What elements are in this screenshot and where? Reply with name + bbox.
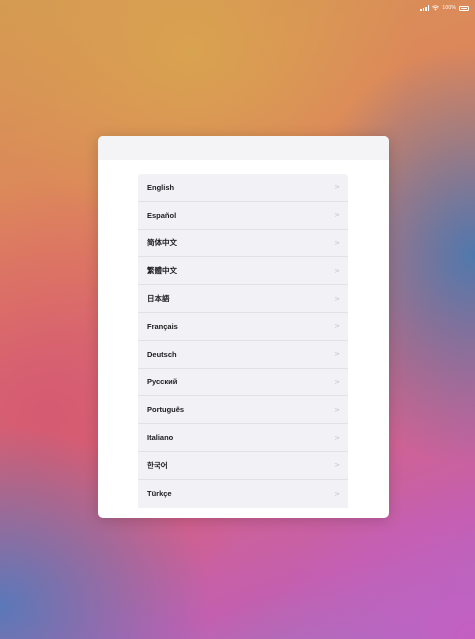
language-item-traditional-chinese[interactable]: 繁體中文 > (138, 257, 348, 286)
language-item-spanish[interactable]: Español > (138, 202, 348, 230)
setup-screen: 100% English > Español > 简体中文 > 繁體中文 > 日… (0, 0, 475, 639)
language-item-italian[interactable]: Italiano > (138, 424, 348, 452)
language-label: 繁體中文 (147, 266, 177, 276)
language-label: Türkçe (147, 489, 172, 499)
chevron-right-icon: > (334, 350, 340, 359)
battery-icon (459, 5, 469, 11)
language-label: 简体中文 (147, 238, 177, 248)
language-item-korean[interactable]: 한국어 > (138, 452, 348, 480)
language-item-german[interactable]: Deutsch > (138, 341, 348, 369)
chevron-right-icon: > (334, 489, 340, 498)
wifi-icon (432, 5, 440, 11)
language-item-portuguese[interactable]: Português > (138, 396, 348, 425)
language-item-turkish[interactable]: Türkçe > (138, 480, 348, 508)
language-item-french[interactable]: Français > (138, 313, 348, 341)
language-label: Русский (147, 377, 178, 387)
language-item-russian[interactable]: Русский > (138, 369, 348, 397)
language-label: 한국어 (147, 460, 168, 470)
chevron-right-icon: > (334, 294, 340, 303)
chevron-right-icon: > (334, 405, 340, 414)
language-label: Español (147, 210, 177, 220)
language-item-japanese[interactable]: 日本語 > (138, 285, 348, 313)
chevron-right-icon: > (334, 238, 340, 247)
chevron-right-icon: > (334, 266, 340, 275)
chevron-right-icon: > (334, 211, 340, 220)
language-selection-dialog: English > Español > 简体中文 > 繁體中文 > 日本語 > … (98, 136, 389, 518)
language-label: Italiano (147, 433, 174, 443)
language-label: English (147, 182, 175, 192)
language-label: Deutsch (147, 349, 177, 359)
chevron-right-icon: > (334, 461, 340, 470)
language-label: Français (147, 321, 178, 331)
language-label: 日本語 (147, 294, 170, 304)
status-bar: 100% (420, 3, 469, 13)
cellular-signal-icon (420, 5, 430, 11)
dialog-header (98, 136, 389, 160)
battery-percentage: 100% (442, 5, 456, 11)
language-item-simplified-chinese[interactable]: 简体中文 > (138, 230, 348, 258)
language-item-english[interactable]: English > (138, 174, 348, 202)
language-list: English > Español > 简体中文 > 繁體中文 > 日本語 > … (138, 174, 348, 508)
chevron-right-icon: > (334, 183, 340, 192)
chevron-right-icon: > (334, 433, 340, 442)
chevron-right-icon: > (334, 322, 340, 331)
chevron-right-icon: > (334, 377, 340, 386)
language-label: Português (147, 405, 185, 415)
